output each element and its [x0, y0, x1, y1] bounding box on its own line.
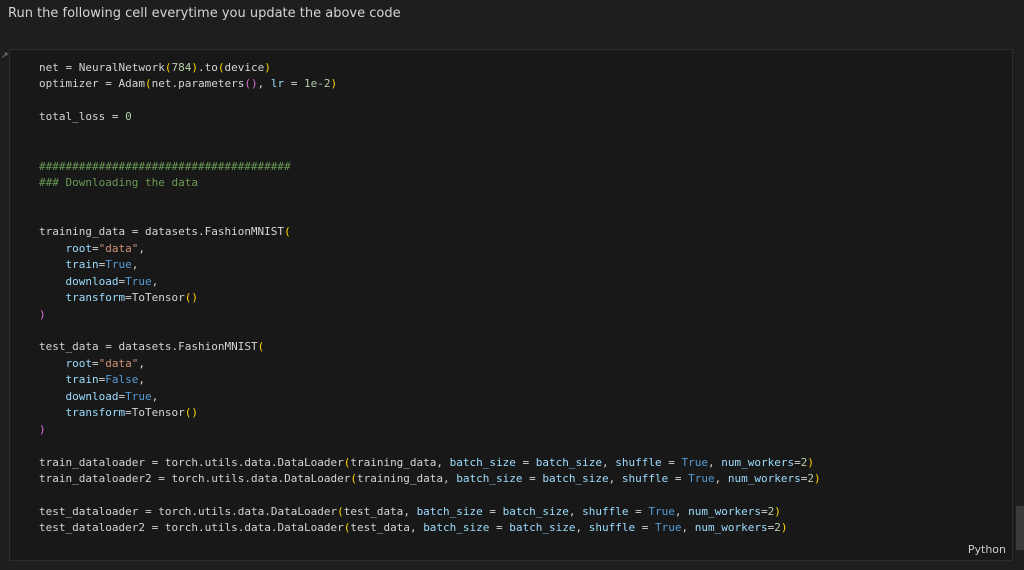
- code-line[interactable]: ######################################: [39, 159, 821, 175]
- code-line[interactable]: ​: [39, 487, 821, 503]
- code-line[interactable]: ### Downloading the data: [39, 175, 821, 191]
- code-line[interactable]: ​: [39, 438, 821, 454]
- code-line[interactable]: test_dataloader = torch.utils.data.DataL…: [39, 504, 821, 520]
- scrollbar-thumb[interactable]: [1016, 506, 1024, 550]
- code-line[interactable]: download=True,: [39, 389, 821, 405]
- code-line[interactable]: train_dataloader = torch.utils.data.Data…: [39, 455, 821, 471]
- code-line[interactable]: ​: [39, 126, 821, 142]
- code-line[interactable]: ): [39, 307, 821, 323]
- code-line[interactable]: transform=ToTensor(): [39, 290, 821, 306]
- code-line[interactable]: ​: [39, 93, 821, 109]
- code-line[interactable]: total_loss = 0: [39, 109, 821, 125]
- code-line[interactable]: ​: [39, 192, 821, 208]
- code-editor[interactable]: net = NeuralNetwork(784).to(device) optim…: [39, 60, 821, 537]
- markdown-cell[interactable]: Run the following cell everytime you upd…: [0, 0, 1024, 36]
- code-cell[interactable]: net = NeuralNetwork(784).to(device) optim…: [9, 49, 1013, 561]
- code-line[interactable]: download=True,: [39, 274, 821, 290]
- code-line[interactable]: ​: [39, 323, 821, 339]
- code-line[interactable]: train_dataloader2 = torch.utils.data.Dat…: [39, 471, 821, 487]
- code-line[interactable]: ): [39, 422, 821, 438]
- code-line[interactable]: root="data",: [39, 356, 821, 372]
- code-line[interactable]: train=False,: [39, 372, 821, 388]
- code-line[interactable]: test_dataloader2 = torch.utils.data.Data…: [39, 520, 821, 536]
- markdown-text: Run the following cell everytime you upd…: [8, 6, 401, 21]
- code-line[interactable]: net = NeuralNetwork(784).to(device): [39, 60, 821, 76]
- code-line[interactable]: transform=ToTensor(): [39, 405, 821, 421]
- code-line[interactable]: training_data = datasets.FashionMNIST(: [39, 224, 821, 240]
- code-line[interactable]: train=True,: [39, 257, 821, 273]
- code-line[interactable]: ​: [39, 142, 821, 158]
- collapse-corner-icon[interactable]: ↗: [1, 52, 9, 61]
- code-line[interactable]: optimizer = Adam(net.parameters(), lr = …: [39, 76, 821, 92]
- language-label[interactable]: Python: [968, 543, 1006, 556]
- code-line[interactable]: test_data = datasets.FashionMNIST(: [39, 339, 821, 355]
- code-line[interactable]: root="data",: [39, 241, 821, 257]
- code-line[interactable]: ​: [39, 208, 821, 224]
